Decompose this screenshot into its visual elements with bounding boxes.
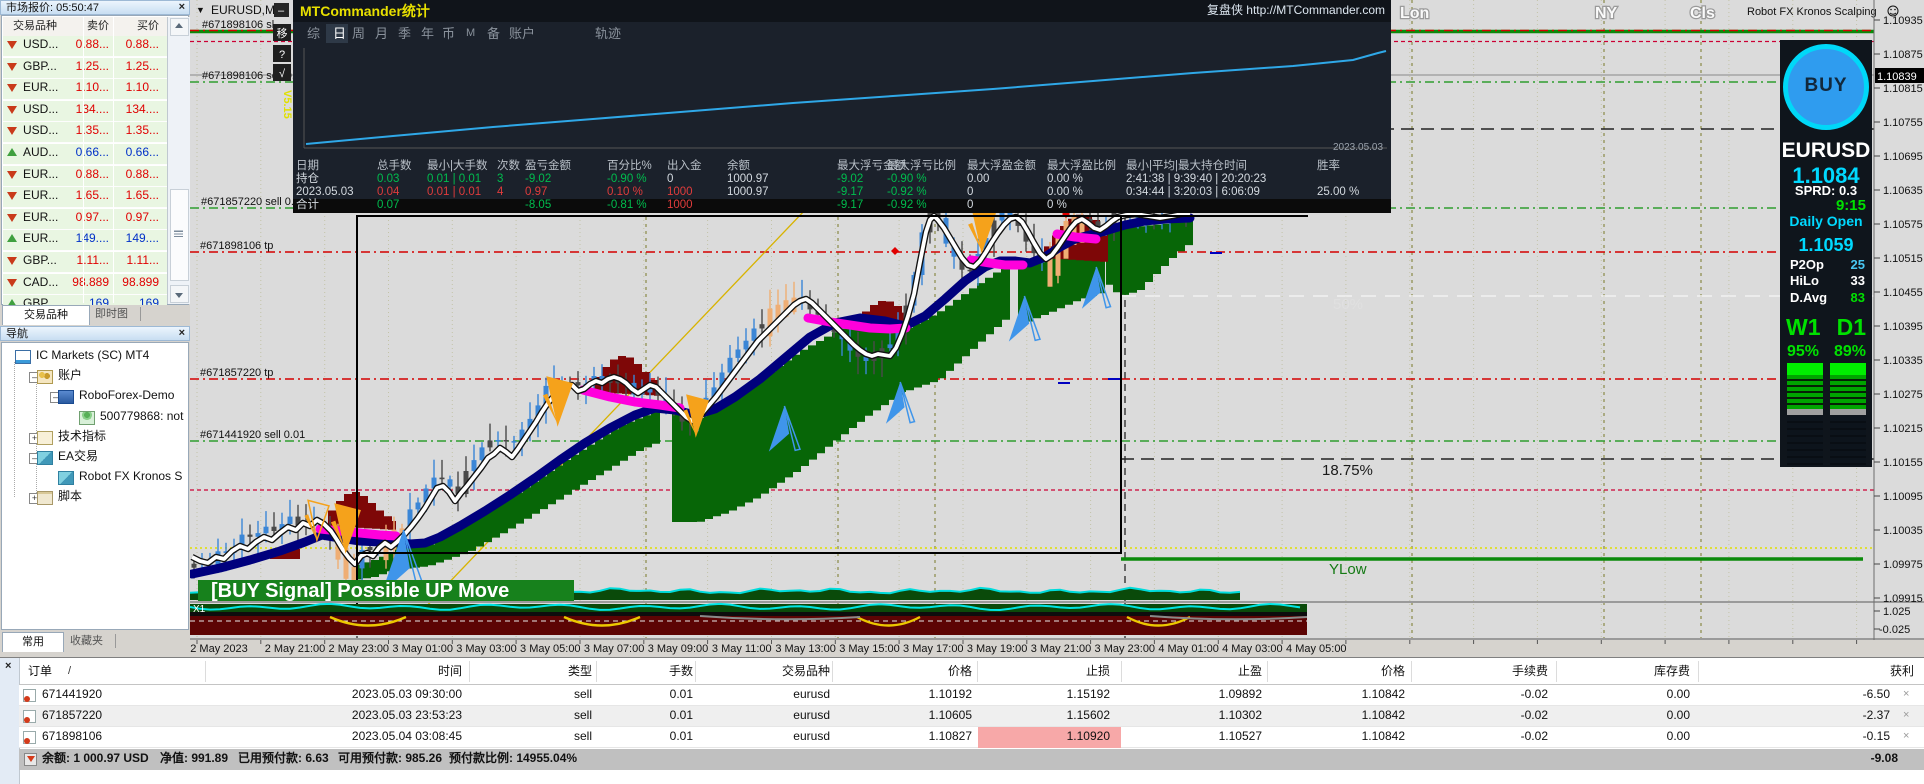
svg-text:-0.025: -0.025 <box>1879 624 1910 636</box>
svg-text:1.10335: 1.10335 <box>1883 355 1923 367</box>
svg-text:?: ? <box>279 49 285 61</box>
svg-text:Cls: Cls <box>1690 5 1715 22</box>
svg-text:3 May 19:00: 3 May 19:00 <box>967 643 1028 655</box>
svg-text:#671898106 tp: #671898106 tp <box>200 240 273 252</box>
svg-text:移: 移 <box>277 27 288 40</box>
svg-text:3 May 23:00: 3 May 23:00 <box>1095 643 1156 655</box>
svg-text:√: √ <box>279 68 286 80</box>
svg-text:#671857220 sell 0.01: #671857220 sell 0.01 <box>201 196 306 208</box>
svg-text:2 May 23:00: 2 May 23:00 <box>329 643 390 655</box>
svg-text:1.10575: 1.10575 <box>1883 219 1923 231</box>
svg-text:3 May 01:00: 3 May 01:00 <box>392 643 453 655</box>
svg-text:▼: ▼ <box>196 5 205 15</box>
svg-text:4 May 01:00: 4 May 01:00 <box>1158 643 1219 655</box>
svg-text:#671441920 sell 0.01: #671441920 sell 0.01 <box>200 429 305 441</box>
svg-text:1.10875: 1.10875 <box>1883 49 1923 61</box>
svg-text:1.09975: 1.09975 <box>1883 559 1923 571</box>
svg-text:1.10155: 1.10155 <box>1883 457 1923 469</box>
svg-text:Robot FX Kronos Scalping: Robot FX Kronos Scalping <box>1747 6 1877 18</box>
svg-text:NY: NY <box>1595 5 1618 22</box>
svg-text:1.10215: 1.10215 <box>1883 423 1923 435</box>
svg-text:3 May 21:00: 3 May 21:00 <box>1031 643 1092 655</box>
svg-text:X1: X1 <box>193 604 206 615</box>
svg-text:4 May 03:00: 4 May 03:00 <box>1222 643 1283 655</box>
svg-text:#671857220 tp: #671857220 tp <box>200 367 273 379</box>
svg-text:4 May 05:00: 4 May 05:00 <box>1286 643 1347 655</box>
svg-text:1.10635: 1.10635 <box>1883 185 1923 197</box>
svg-text:1.10935: 1.10935 <box>1883 15 1923 27</box>
svg-text:Lon: Lon <box>1400 5 1429 22</box>
svg-text:3 May 07:00: 3 May 07:00 <box>584 643 645 655</box>
svg-text:1.10095: 1.10095 <box>1883 491 1923 503</box>
svg-text:1.10839: 1.10839 <box>1877 71 1917 83</box>
svg-text:YLow: YLow <box>1329 561 1367 578</box>
svg-text:[BUY Signal] Possible UP Move: [BUY Signal] Possible UP Move <box>211 580 509 602</box>
svg-text:V5.15: V5.15 <box>281 90 293 119</box>
svg-text:1.10395: 1.10395 <box>1883 321 1923 333</box>
svg-text:2 May 21:00: 2 May 21:00 <box>265 643 326 655</box>
svg-text:1.09915: 1.09915 <box>1883 593 1923 605</box>
svg-text:3 May 15:00: 3 May 15:00 <box>839 643 900 655</box>
svg-text:1.10695: 1.10695 <box>1883 151 1923 163</box>
svg-text:1.10275: 1.10275 <box>1883 389 1923 401</box>
svg-text:3 May 05:00: 3 May 05:00 <box>520 643 581 655</box>
svg-text:1.025: 1.025 <box>1883 606 1911 618</box>
svg-text:1.10455: 1.10455 <box>1883 287 1923 299</box>
svg-text:3 May 17:00: 3 May 17:00 <box>903 643 964 655</box>
svg-text:18.75%: 18.75% <box>1322 462 1373 479</box>
svg-text:3 May 09:00: 3 May 09:00 <box>648 643 709 655</box>
svg-text:1.10515: 1.10515 <box>1883 253 1923 265</box>
svg-text:3 May 11:00: 3 May 11:00 <box>712 643 772 655</box>
svg-text:2 May 2023: 2 May 2023 <box>190 643 247 655</box>
svg-text:3 May 13:00: 3 May 13:00 <box>775 643 836 655</box>
svg-text:#671898106 sl: #671898106 sl <box>202 19 274 31</box>
svg-text:1.10755: 1.10755 <box>1883 117 1923 129</box>
svg-text:50%: 50% <box>1333 296 1363 313</box>
svg-text:1.10815: 1.10815 <box>1883 83 1923 95</box>
svg-text:1.10035: 1.10035 <box>1883 525 1923 537</box>
svg-text:3 May 03:00: 3 May 03:00 <box>456 643 517 655</box>
svg-text:#671898106 sell 0.01: #671898106 sell 0.01 <box>202 70 307 82</box>
svg-text:–: – <box>278 5 285 17</box>
